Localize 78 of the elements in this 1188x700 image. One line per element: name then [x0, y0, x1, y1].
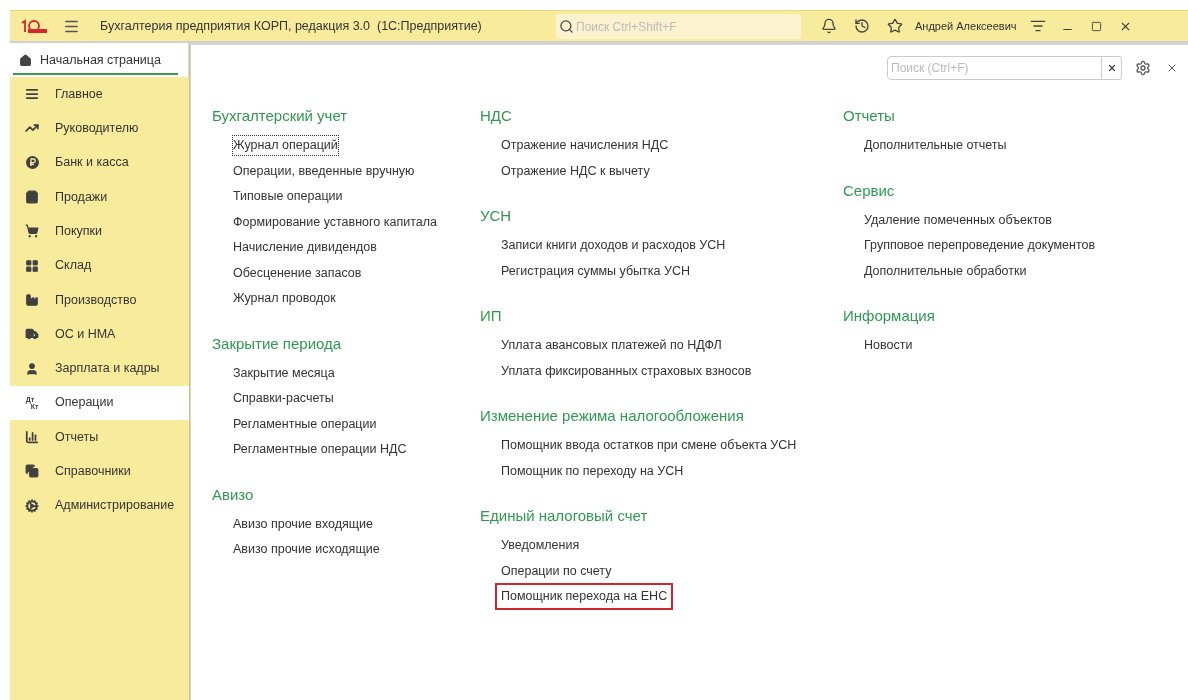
- global-search-field[interactable]: Поиск Ctrl+Shift+F: [556, 14, 801, 39]
- sidebar-item[interactable]: Справочники: [10, 454, 189, 489]
- search-icon: [559, 18, 574, 34]
- section-link[interactable]: Уплата фиксированных страховых взносов: [501, 361, 752, 381]
- section-link[interactable]: Закрытие месяца: [233, 363, 335, 383]
- section-title: Авизо: [212, 484, 255, 505]
- home-icon: [19, 53, 32, 67]
- star-icon[interactable]: [887, 18, 903, 34]
- section-link[interactable]: Помощник ввода остатков при смене объекта УСН: [501, 436, 797, 456]
- user-name[interactable]: Андрей Алексеевич: [915, 17, 1017, 35]
- filter-icon[interactable]: [1029, 18, 1046, 34]
- section-title: Сервис: [843, 180, 896, 201]
- section-title: Изменение режима налогообложения: [480, 406, 745, 427]
- section-title: Информация: [843, 306, 936, 327]
- section-link[interactable]: Формирование уставного капитала: [233, 212, 437, 232]
- section-link[interactable]: Начисление дивидендов: [233, 238, 377, 258]
- person-icon: [25, 361, 39, 376]
- section-link[interactable]: Помощник перехода на ЕНС: [495, 583, 674, 611]
- section-link[interactable]: Дополнительные отчеты: [864, 136, 1007, 156]
- section-link[interactable]: Операции, введенные вручную: [233, 161, 415, 181]
- section-link[interactable]: Удаление помеченных объектов: [864, 210, 1052, 230]
- section-title: Отчеты: [843, 106, 896, 127]
- section-link[interactable]: Авизо прочие входящие: [233, 514, 373, 534]
- search-field[interactable]: Поиск (Ctrl+F): [887, 56, 1102, 80]
- logo-icon: [20, 19, 48, 33]
- bell-icon[interactable]: [821, 18, 837, 34]
- grid-icon: [25, 258, 39, 273]
- books-icon: [25, 464, 39, 479]
- sidebar-item[interactable]: Отчеты: [10, 419, 189, 455]
- section-title: Закрытие периода: [212, 333, 343, 354]
- section-link[interactable]: Отражение НДС к вычету: [501, 161, 650, 181]
- sidebar-item[interactable]: Администрирование: [10, 488, 189, 523]
- sidebar-item[interactable]: ОС и НМА: [10, 317, 189, 352]
- section-link[interactable]: Журнал операций: [233, 136, 338, 156]
- section-link[interactable]: Уплата авансовых платежей по НДФЛ: [501, 336, 722, 356]
- section-title: Бухгалтерский учет: [212, 106, 349, 127]
- sidebar-item[interactable]: Производство: [10, 282, 189, 318]
- section-link[interactable]: Отражение начисления НДС: [501, 136, 669, 156]
- sidebar-item[interactable]: Продажи: [10, 179, 189, 215]
- section-title: ИП: [480, 306, 503, 327]
- factory-icon: [25, 292, 39, 307]
- section-link[interactable]: Журнал проводок: [233, 289, 336, 309]
- section-link[interactable]: Операции по счету: [501, 561, 612, 581]
- maximize-icon[interactable]: [1090, 20, 1102, 32]
- section-link[interactable]: Регламентные операции: [233, 414, 377, 434]
- section-link[interactable]: Дополнительные обработки: [864, 261, 1027, 281]
- truck-icon: [25, 327, 39, 342]
- sidebar-item[interactable]: Зарплата и кадры: [10, 351, 189, 386]
- window-title: Бухгалтерия предприятия КОРП, редакция 3.0 (1С:Предприятие): [100, 17, 483, 35]
- history-icon[interactable]: [854, 18, 870, 34]
- gear-icon: [25, 498, 39, 513]
- sidebar-item[interactable]: Покупки: [10, 214, 189, 249]
- settings-icon[interactable]: [1135, 60, 1151, 76]
- section-link[interactable]: Регистрация суммы убытка УСН: [501, 261, 690, 281]
- bar-chart-icon: [25, 430, 39, 445]
- sidebar-item[interactable]: Банк и касса: [10, 145, 189, 180]
- section-title: Единый налоговый счет: [480, 506, 649, 527]
- close-icon[interactable]: [1166, 62, 1178, 74]
- section-link[interactable]: Помощник по переходу на УСН: [501, 461, 684, 481]
- list-icon: [25, 87, 39, 102]
- ruble-coin-icon: [25, 156, 39, 170]
- section-link[interactable]: Справки-расчеты: [233, 389, 334, 409]
- section-link[interactable]: Обесценение запасов: [233, 263, 362, 283]
- sidebar-item[interactable]: Склад: [10, 248, 189, 283]
- section-link[interactable]: Записи книги доходов и расходов УСН: [501, 236, 726, 256]
- section-link[interactable]: Авизо прочие исходящие: [233, 540, 380, 560]
- section-link[interactable]: Уведомления: [501, 536, 580, 556]
- section-link[interactable]: Групповое перепроведение документов: [864, 236, 1096, 256]
- clear-button[interactable]: [1102, 56, 1122, 80]
- section-link[interactable]: Новости: [864, 336, 913, 356]
- sidebar-item[interactable]: Руководителю: [10, 111, 189, 146]
- clear-icon: [1106, 63, 1117, 73]
- section-link[interactable]: Регламентные операции НДС: [233, 440, 407, 460]
- section-link[interactable]: Типовые операции: [233, 187, 343, 207]
- section-title: НДС: [480, 106, 513, 127]
- sidebar-item[interactable]: Главное: [10, 77, 189, 112]
- cart-icon: [25, 224, 39, 239]
- section-title: УСН: [480, 206, 513, 227]
